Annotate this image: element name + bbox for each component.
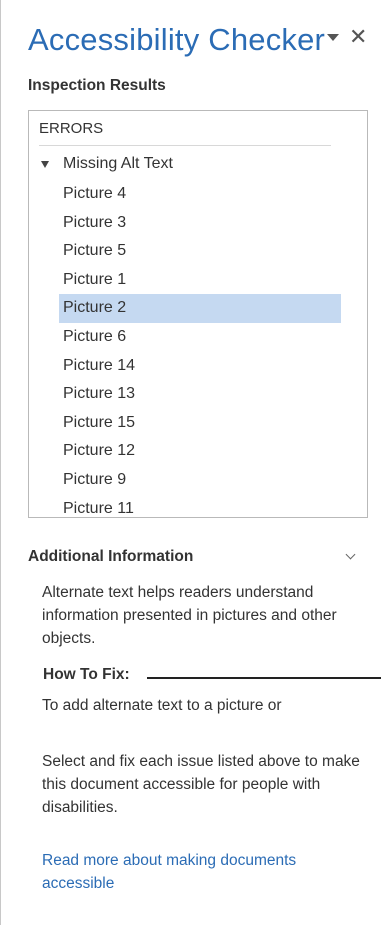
select-fix-text: Select and fix each issue listed above t…	[42, 753, 360, 816]
how-to-fix-label: How To Fix:	[43, 666, 130, 683]
list-item[interactable]: Picture 12	[59, 437, 341, 466]
list-item[interactable]: Picture 9	[59, 466, 341, 495]
accessibility-checker-pane: Accessibility Checker ✕ Inspection Resul…	[0, 0, 381, 925]
read-more-link[interactable]: Read more about making documents accessi…	[42, 849, 352, 895]
how-to-fix-text: To add alternate text to a picture or	[42, 697, 282, 714]
list-item[interactable]: Picture 11	[59, 495, 341, 517]
expand-triangle-icon[interactable]	[41, 160, 49, 168]
list-item[interactable]: Picture 4	[59, 180, 341, 209]
inspection-results-list[interactable]: ERRORS Missing Alt Text Picture 4 Pictur…	[28, 110, 368, 518]
missing-alt-text-group[interactable]: Missing Alt Text	[41, 155, 173, 173]
chevron-down-icon[interactable]	[345, 549, 356, 560]
list-item[interactable]: Picture 5	[59, 237, 341, 266]
group-label: Missing Alt Text	[63, 155, 173, 172]
list-item[interactable]: Picture 14	[59, 352, 341, 381]
inspection-results-label: Inspection Results	[28, 77, 166, 94]
errors-header: ERRORS	[39, 120, 104, 137]
list-item[interactable]: Picture 3	[59, 209, 341, 238]
list-item-selected[interactable]: Picture 2	[59, 294, 341, 323]
list-item[interactable]: Picture 1	[59, 266, 341, 295]
close-icon[interactable]: ✕	[349, 26, 367, 48]
list-item[interactable]: Picture 6	[59, 323, 341, 352]
additional-information-label: Additional Information	[28, 548, 194, 565]
dropdown-arrow-icon[interactable]	[327, 33, 339, 41]
pane-controls: ✕	[327, 26, 367, 48]
list-item[interactable]: Picture 15	[59, 409, 341, 438]
list-item[interactable]: Picture 13	[59, 380, 341, 409]
issue-items: Picture 4 Picture 3 Picture 5 Picture 1 …	[59, 180, 341, 517]
alt-text-description: Alternate text helps readers understand …	[42, 584, 337, 647]
how-to-fix-divider	[147, 677, 381, 679]
pane-title: Accessibility Checker	[28, 22, 326, 57]
errors-divider	[39, 145, 331, 146]
